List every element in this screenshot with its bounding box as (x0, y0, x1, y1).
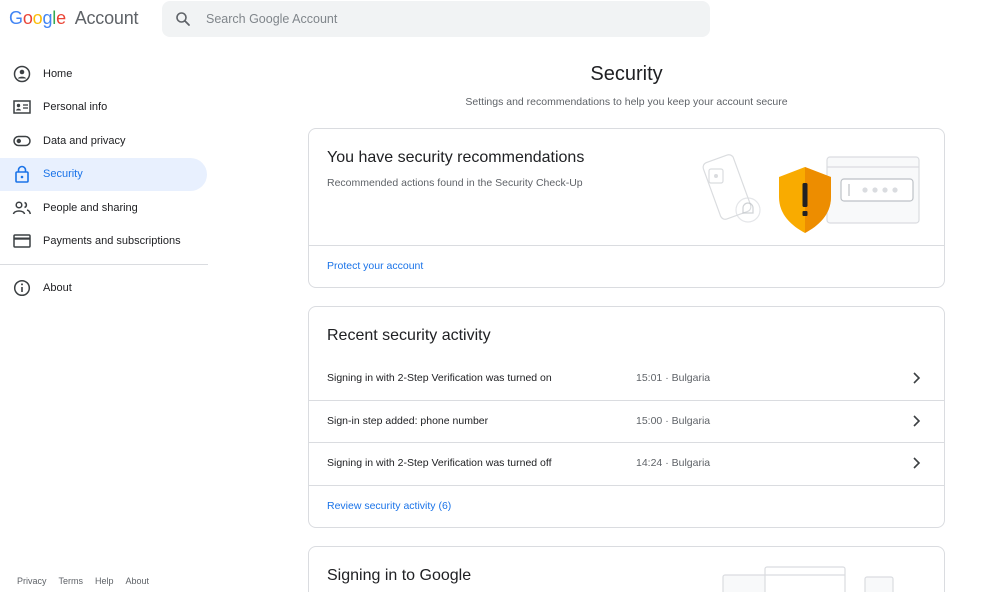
review-security-activity-link[interactable]: Review security activity (6) (327, 500, 451, 512)
card-divider (309, 245, 944, 246)
footer-links: Privacy Terms Help About (17, 576, 161, 586)
search-icon (175, 11, 191, 27)
card-divider (309, 485, 944, 486)
card-title: Recent security activity (327, 327, 491, 344)
sidebar: Home Personal info Data and privacy Secu… (0, 57, 208, 305)
footer-link-help[interactable]: Help (95, 576, 114, 586)
sidebar-item-label: People and sharing (43, 201, 138, 214)
people-icon (12, 198, 32, 218)
footer-link-privacy[interactable]: Privacy (17, 576, 47, 586)
lock-icon (12, 164, 32, 184)
toggle-icon (12, 131, 32, 151)
home-icon (12, 64, 32, 84)
activity-row[interactable]: Signing in with 2-Step Verification was … (309, 443, 944, 485)
protect-account-link[interactable]: Protect your account (327, 260, 423, 272)
google-account-logo[interactable]: Google Account (9, 8, 139, 29)
chevron-right-icon (909, 414, 923, 428)
sidebar-item-personal-info[interactable]: Personal info (0, 91, 207, 125)
recent-security-activity-card: Recent security activity Signing in with… (308, 306, 945, 528)
page-title: Security (590, 63, 663, 85)
security-illustration (697, 149, 927, 244)
sidebar-item-home[interactable]: Home (0, 57, 207, 91)
id-card-icon (12, 97, 32, 117)
header: Google Account (0, 0, 1000, 40)
chevron-right-icon (909, 371, 923, 385)
info-icon (12, 278, 32, 298)
sidebar-item-people-sharing[interactable]: People and sharing (0, 191, 207, 225)
signing-in-illustration (719, 565, 899, 592)
bell-illustration-icon (735, 197, 761, 223)
page-subtitle: Settings and recommendations to help you… (465, 96, 788, 108)
password-window-illustration-icon (826, 156, 920, 224)
activity-time: 15:01 · Bulgaria (636, 372, 711, 384)
activity-row[interactable]: Signing in with 2-Step Verification was … (309, 358, 944, 400)
card-title: Signing in to Google (327, 567, 472, 584)
sidebar-item-label: About (43, 281, 72, 294)
phone-illustration-icon (702, 154, 752, 220)
activity-description: Signing in with 2-Step Verification was … (327, 457, 552, 469)
footer-link-terms[interactable]: Terms (59, 576, 84, 586)
footer-link-about[interactable]: About (126, 576, 150, 586)
sidebar-item-payments[interactable]: Payments and subscriptions (0, 225, 207, 259)
credit-card-icon (12, 231, 32, 251)
activity-time: 15:00 · Bulgaria (636, 415, 711, 427)
search-bar[interactable] (162, 1, 710, 37)
sidebar-item-label: Payments and subscriptions (43, 235, 181, 248)
warning-shield-icon (779, 167, 831, 233)
signing-in-card: Signing in to Google (308, 546, 945, 592)
card-description: Recommended actions found in the Securit… (327, 177, 583, 189)
sidebar-item-label: Personal info (43, 101, 108, 114)
activity-time: 14:24 · Bulgaria (636, 457, 711, 469)
security-recommendations-card: You have security recommendations Recomm… (308, 128, 945, 288)
card-title: You have security recommendations (327, 149, 585, 166)
devices-illustration-icon (722, 566, 894, 592)
activity-description: Signing in with 2-Step Verification was … (327, 372, 552, 384)
activity-description: Sign-in step added: phone number (327, 415, 489, 427)
search-input[interactable] (206, 12, 686, 26)
sidebar-item-label: Security (43, 168, 83, 181)
sidebar-item-security[interactable]: Security (0, 157, 207, 191)
sidebar-item-label: Home (43, 67, 73, 80)
sidebar-item-label: Data and privacy (43, 134, 126, 147)
chevron-right-icon (909, 456, 923, 470)
account-logo-text: Account (74, 8, 139, 28)
google-logo-text: Google (9, 8, 66, 28)
sidebar-item-data-privacy[interactable]: Data and privacy (0, 124, 207, 158)
sidebar-divider (0, 264, 208, 265)
sidebar-item-about[interactable]: About (0, 271, 207, 305)
activity-row[interactable]: Sign-in step added: phone number 15:00 ·… (309, 401, 944, 443)
